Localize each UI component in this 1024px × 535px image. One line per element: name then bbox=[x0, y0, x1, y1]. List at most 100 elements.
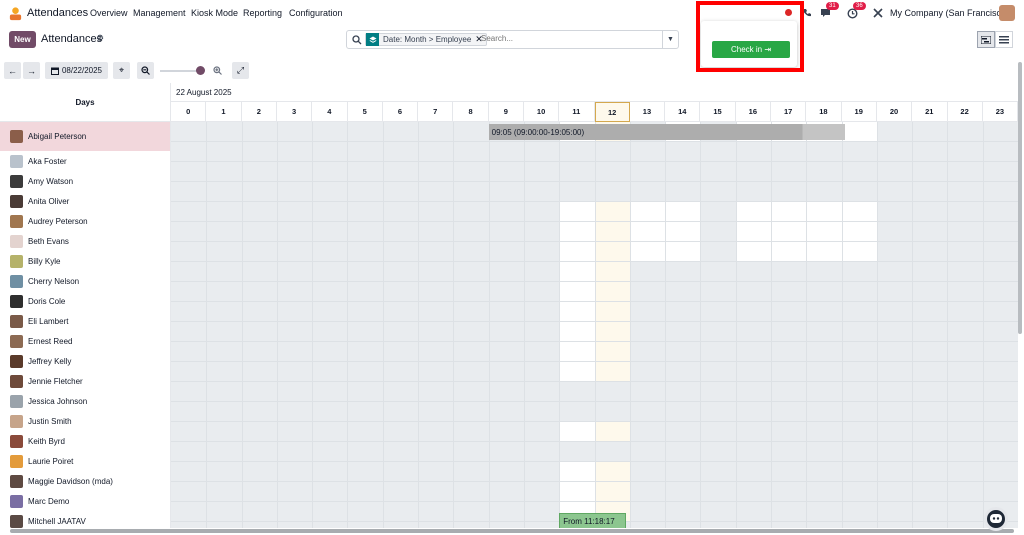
activities-clock-icon[interactable]: 36 bbox=[845, 2, 866, 20]
working-hour-cell[interactable] bbox=[594, 362, 631, 382]
working-hour-cell[interactable] bbox=[559, 422, 596, 442]
employee-row[interactable]: Maggie Davidson (mda) bbox=[0, 471, 171, 491]
working-hour-cell[interactable] bbox=[594, 342, 631, 362]
previous-arrow-icon[interactable]: ← bbox=[4, 62, 21, 79]
column-divider bbox=[488, 122, 490, 528]
employee-row[interactable]: Justin Smith bbox=[0, 411, 171, 431]
menu-reporting[interactable]: Reporting bbox=[243, 8, 282, 18]
working-hour-cell[interactable] bbox=[735, 202, 772, 222]
employee-row[interactable]: Aka Foster bbox=[0, 151, 171, 171]
menu-overview[interactable]: Overview bbox=[90, 8, 128, 18]
menu-management[interactable]: Management bbox=[133, 8, 186, 18]
working-hour-cell[interactable] bbox=[770, 242, 808, 262]
employee-row[interactable]: Marc Demo bbox=[0, 491, 171, 511]
employee-row[interactable]: Eli Lambert bbox=[0, 311, 171, 331]
employee-name: Jennie Fletcher bbox=[28, 376, 83, 386]
search-input[interactable] bbox=[481, 34, 661, 43]
working-hour-cell[interactable] bbox=[594, 282, 631, 302]
working-hour-cell[interactable] bbox=[559, 342, 596, 362]
working-hour-cell[interactable] bbox=[559, 302, 596, 322]
gear-icon[interactable]: ⚙ bbox=[96, 33, 104, 44]
employee-row[interactable]: Billy Kyle bbox=[0, 251, 171, 271]
list-view-button[interactable] bbox=[995, 31, 1013, 48]
zoom-out-icon[interactable] bbox=[137, 62, 154, 79]
new-button[interactable]: New bbox=[9, 31, 36, 48]
employee-avatar bbox=[10, 514, 23, 528]
working-hour-cell[interactable] bbox=[559, 362, 596, 382]
working-hour-cell[interactable] bbox=[559, 222, 596, 242]
working-hour-cell[interactable] bbox=[841, 202, 878, 222]
working-hour-cell[interactable] bbox=[594, 482, 631, 502]
working-hour-cell[interactable] bbox=[594, 262, 631, 282]
attendances-app-icon[interactable] bbox=[8, 6, 23, 21]
employee-row[interactable]: Beth Evans bbox=[0, 231, 171, 251]
working-hour-cell[interactable] bbox=[735, 222, 772, 242]
working-hour-cell[interactable] bbox=[629, 202, 667, 222]
messages-icon[interactable]: 31 bbox=[818, 2, 839, 20]
gantt-view-button[interactable] bbox=[977, 31, 995, 48]
working-hour-cell[interactable] bbox=[665, 242, 702, 262]
search-facet[interactable]: Date: Month > Employee ✕ bbox=[365, 33, 487, 46]
working-hour-cell[interactable] bbox=[559, 462, 596, 482]
working-hour-cell[interactable] bbox=[770, 222, 808, 242]
employee-row[interactable]: Jennie Fletcher bbox=[0, 371, 171, 391]
expand-icon[interactable]: ⤢ bbox=[232, 62, 249, 79]
working-hour-cell[interactable] bbox=[841, 122, 878, 142]
user-avatar[interactable] bbox=[999, 5, 1015, 21]
working-hour-cell[interactable] bbox=[559, 202, 596, 222]
working-hour-cell[interactable] bbox=[665, 202, 702, 222]
next-arrow-icon[interactable]: → bbox=[23, 62, 40, 79]
zoom-in-icon[interactable] bbox=[209, 62, 226, 79]
working-hour-cell[interactable] bbox=[559, 282, 596, 302]
date-picker-button[interactable]: 08/22/2025 bbox=[45, 62, 108, 79]
working-hour-cell[interactable] bbox=[559, 262, 596, 282]
employee-row[interactable]: Laurie Poiret bbox=[0, 451, 171, 471]
working-hour-cell[interactable] bbox=[841, 242, 878, 262]
employee-row[interactable]: Cherry Nelson bbox=[0, 271, 171, 291]
working-hour-cell[interactable] bbox=[594, 242, 631, 262]
debug-tools-icon[interactable] bbox=[871, 6, 885, 20]
vertical-scrollbar[interactable] bbox=[1018, 62, 1022, 334]
focus-today-icon[interactable]: ⌖ bbox=[113, 62, 130, 79]
employee-row[interactable]: Ernest Reed bbox=[0, 331, 171, 351]
working-hour-cell[interactable] bbox=[594, 322, 631, 342]
working-hour-cell[interactable] bbox=[594, 202, 631, 222]
working-hour-cell[interactable] bbox=[594, 422, 631, 442]
menu-kiosk-mode[interactable]: Kiosk Mode bbox=[191, 8, 238, 18]
working-hour-cell[interactable] bbox=[594, 462, 631, 482]
search-dropdown-toggle[interactable]: ▼ bbox=[662, 31, 678, 48]
working-hour-cell[interactable] bbox=[806, 202, 843, 222]
working-hour-cell[interactable] bbox=[806, 242, 843, 262]
employee-row[interactable]: Keith Byrd bbox=[0, 431, 171, 451]
zoom-slider-handle[interactable] bbox=[196, 66, 205, 75]
working-hour-cell[interactable] bbox=[841, 222, 878, 242]
working-hour-cell[interactable] bbox=[735, 242, 772, 262]
attendance-pill[interactable]: 09:05 (09:00:00-19:05:00) bbox=[488, 124, 846, 140]
company-switcher[interactable]: My Company (San Francisco) bbox=[890, 8, 1009, 18]
employee-row[interactable]: Amy Watson bbox=[0, 171, 171, 191]
employee-row[interactable]: Doris Cole bbox=[0, 291, 171, 311]
livechat-icon[interactable] bbox=[984, 507, 1008, 531]
working-hour-cell[interactable] bbox=[665, 222, 702, 242]
employee-row[interactable]: Abigail Peterson bbox=[0, 122, 171, 151]
working-hour-cell[interactable] bbox=[629, 242, 667, 262]
app-name[interactable]: Attendances bbox=[27, 7, 88, 19]
employee-row[interactable]: Audrey Peterson bbox=[0, 211, 171, 231]
employee-name: Mitchell JAATAV bbox=[28, 516, 86, 526]
menu-configuration[interactable]: Configuration bbox=[289, 8, 343, 18]
working-hour-cell[interactable] bbox=[559, 482, 596, 502]
employee-row[interactable]: Anita Oliver bbox=[0, 191, 171, 211]
horizontal-scrollbar[interactable] bbox=[10, 529, 1014, 533]
employee-row[interactable]: Jeffrey Kelly bbox=[0, 351, 171, 371]
working-hour-cell[interactable] bbox=[629, 222, 667, 242]
attendance-pill[interactable]: From 11:18:17 bbox=[559, 513, 627, 528]
working-hour-cell[interactable] bbox=[559, 242, 596, 262]
working-hour-cell[interactable] bbox=[559, 322, 596, 342]
employee-row[interactable]: Mitchell JAATAV bbox=[0, 511, 171, 528]
working-hour-cell[interactable] bbox=[594, 302, 631, 322]
working-hour-cell[interactable] bbox=[806, 222, 843, 242]
working-hour-cell[interactable] bbox=[594, 222, 631, 242]
employee-row[interactable]: Jessica Johnson bbox=[0, 391, 171, 411]
search-bar[interactable]: Date: Month > Employee ✕ ▼ bbox=[346, 30, 679, 49]
working-hour-cell[interactable] bbox=[770, 202, 808, 222]
